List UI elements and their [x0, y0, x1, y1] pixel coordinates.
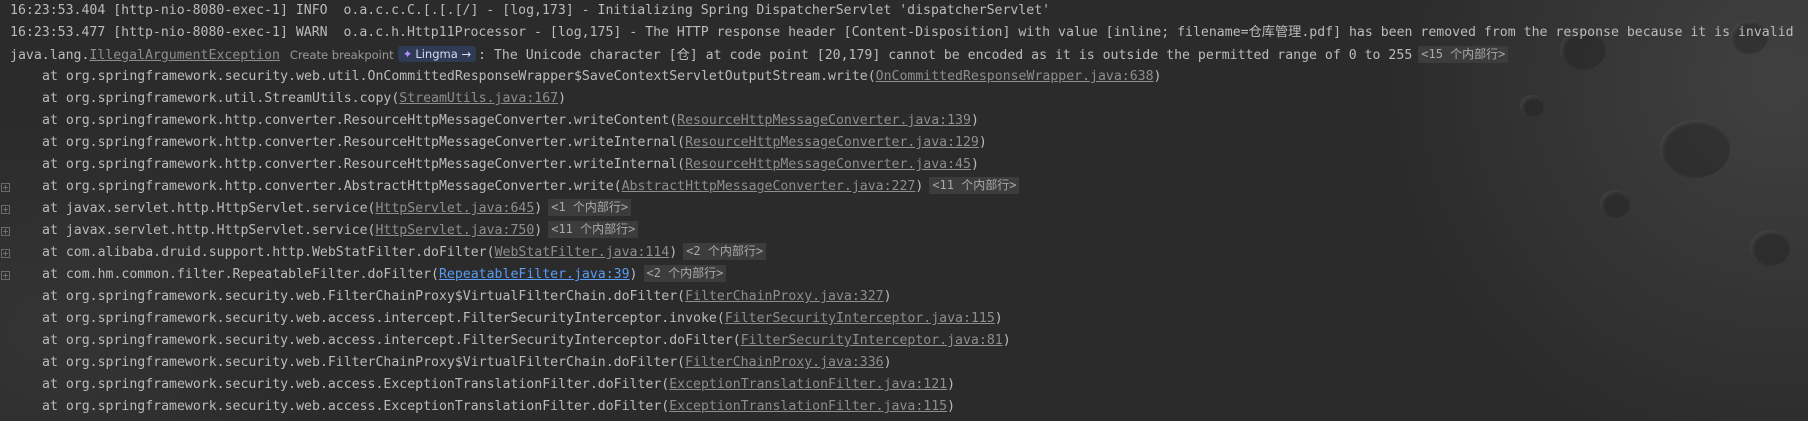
fold-expand-icon[interactable]: +	[1, 183, 10, 192]
stack-frame: at org.springframework.security.web.Filt…	[0, 286, 1808, 308]
stack-frame: + at com.alibaba.druid.support.http.WebSt…	[0, 242, 1808, 264]
frame-suffix: )	[534, 223, 543, 238]
frame-text: at org.springframework.security.web.acce…	[42, 333, 741, 348]
frame-text: at org.springframework.http.converter.Re…	[42, 157, 686, 172]
log-line-info: 16:23:53.404 [http-nio-8080-exec-1] INFO…	[0, 0, 1808, 22]
frame-text: at javax.servlet.http.HttpServlet.servic…	[42, 201, 376, 216]
frame-suffix: )	[669, 245, 678, 260]
source-link[interactable]: HttpServlet.java:645	[375, 201, 534, 216]
source-link[interactable]: ResourceHttpMessageConverter.java:139	[677, 113, 971, 128]
stack-frame: at org.springframework.security.web.acce…	[0, 374, 1808, 396]
source-link[interactable]: StreamUtils.java:167	[399, 91, 558, 106]
frame-suffix: )	[947, 399, 956, 414]
frame-suffix: )	[970, 157, 979, 172]
exception-class-link[interactable]: IllegalArgumentException	[89, 48, 280, 63]
lingma-label: Lingma	[415, 47, 458, 61]
fold-expand-icon[interactable]: +	[1, 249, 10, 258]
frame-text: at javax.servlet.http.HttpServlet.servic…	[42, 223, 376, 238]
frame-text: at org.springframework.http.converter.Re…	[42, 113, 678, 128]
source-link[interactable]: WebStatFilter.java:114	[495, 245, 670, 260]
stack-frame: at org.springframework.security.web.acce…	[0, 308, 1808, 330]
stack-frame: at org.springframework.security.web.util…	[0, 66, 1808, 88]
source-link[interactable]: ExceptionTranslationFilter.java:121	[669, 377, 947, 392]
lingma-button[interactable]: ✦ Lingma →	[397, 46, 477, 62]
frame-text: at org.springframework.security.web.acce…	[42, 311, 725, 326]
fold-expand-icon[interactable]: +	[1, 271, 10, 280]
frame-text: at org.springframework.security.web.acce…	[42, 377, 670, 392]
stack-frame: at org.springframework.security.web.Filt…	[0, 352, 1808, 374]
frame-text: at com.alibaba.druid.support.http.WebSta…	[42, 245, 495, 260]
frame-text: at org.springframework.util.StreamUtils.…	[42, 91, 400, 106]
internal-lines-badge[interactable]: <2 个内部行>	[683, 243, 767, 260]
source-link[interactable]: FilterChainProxy.java:327	[685, 289, 884, 304]
source-link[interactable]: AbstractHttpMessageConverter.java:227	[622, 179, 916, 194]
log-lines: 16:23:53.404 [http-nio-8080-exec-1] INFO…	[0, 0, 1808, 418]
frame-suffix: )	[558, 91, 567, 106]
create-breakpoint-link[interactable]: Create breakpoint	[290, 48, 394, 62]
internal-lines-badge[interactable]: <1 个内部行>	[548, 199, 632, 216]
frame-suffix: )	[994, 311, 1003, 326]
fold-expand-icon[interactable]: +	[1, 205, 10, 214]
internal-lines-badge[interactable]: <11 个内部行>	[929, 177, 1020, 194]
source-link[interactable]: RepeatableFilter.java:39	[439, 267, 630, 282]
frame-text: at com.hm.common.filter.RepeatableFilter…	[42, 267, 439, 282]
frame-text: at org.springframework.http.converter.Ab…	[42, 179, 622, 194]
stack-frame: at org.springframework.http.converter.Re…	[0, 132, 1808, 154]
arrow-right-icon: →	[461, 47, 472, 61]
internal-lines-badge[interactable]: <11 个内部行>	[548, 221, 639, 238]
exception-line: java.lang.IllegalArgumentException Creat…	[0, 44, 1808, 66]
stack-frame: + at javax.servlet.http.HttpServlet.servi…	[0, 220, 1808, 242]
stack-frame: at org.springframework.http.converter.Re…	[0, 154, 1808, 176]
frame-text: at org.springframework.security.web.Filt…	[42, 355, 686, 370]
frame-suffix: )	[1002, 333, 1011, 348]
stack-frame: at org.springframework.http.converter.Re…	[0, 110, 1808, 132]
frame-text: at org.springframework.security.web.Filt…	[42, 289, 686, 304]
console-output[interactable]: 16:23:53.404 [http-nio-8080-exec-1] INFO…	[0, 0, 1808, 421]
source-link[interactable]: HttpServlet.java:750	[375, 223, 534, 238]
exception-message: : The Unicode character [仓] at code poin…	[478, 48, 1413, 63]
frame-text: at org.springframework.security.web.util…	[42, 69, 876, 84]
log-text: 16:23:53.477 [http-nio-8080-exec-1] WARN…	[10, 25, 1794, 40]
log-line-warn: 16:23:53.477 [http-nio-8080-exec-1] WARN…	[0, 22, 1808, 44]
stack-frame: at org.springframework.util.StreamUtils.…	[0, 88, 1808, 110]
lingma-icon: ✦	[402, 47, 413, 61]
fold-expand-icon[interactable]: +	[1, 227, 10, 236]
frame-suffix: )	[1153, 69, 1162, 84]
source-link[interactable]: ResourceHttpMessageConverter.java:45	[685, 157, 971, 172]
frame-text: at org.springframework.http.converter.Re…	[42, 135, 686, 150]
source-link[interactable]: ResourceHttpMessageConverter.java:129	[685, 135, 979, 150]
source-link[interactable]: ExceptionTranslationFilter.java:115	[669, 399, 947, 414]
frame-suffix: )	[978, 135, 987, 150]
internal-lines-badge[interactable]: <2 个内部行>	[643, 265, 727, 282]
source-link[interactable]: OnCommittedResponseWrapper.java:638	[876, 69, 1154, 84]
frame-suffix: )	[629, 267, 638, 282]
internal-lines-badge[interactable]: <15 个内部行>	[1418, 46, 1509, 63]
stack-frame: + at org.springframework.http.converter.A…	[0, 176, 1808, 198]
stack-frame: at org.springframework.security.web.acce…	[0, 330, 1808, 352]
log-text: 16:23:53.404 [http-nio-8080-exec-1] INFO…	[10, 3, 1051, 18]
stack-frames: at org.springframework.security.web.util…	[0, 66, 1808, 418]
stack-frame: + at com.hm.common.filter.RepeatableFilte…	[0, 264, 1808, 286]
stack-frame: at org.springframework.security.web.acce…	[0, 396, 1808, 418]
source-link[interactable]: FilterChainProxy.java:336	[685, 355, 884, 370]
source-link[interactable]: FilterSecurityInterceptor.java:115	[725, 311, 995, 326]
frame-suffix: )	[970, 113, 979, 128]
frame-text: at org.springframework.security.web.acce…	[42, 399, 670, 414]
frame-suffix: )	[915, 179, 924, 194]
frame-suffix: )	[883, 355, 892, 370]
stack-frame: + at javax.servlet.http.HttpServlet.servi…	[0, 198, 1808, 220]
frame-suffix: )	[883, 289, 892, 304]
frame-suffix: )	[947, 377, 956, 392]
source-link[interactable]: FilterSecurityInterceptor.java:81	[741, 333, 1003, 348]
frame-suffix: )	[534, 201, 543, 216]
exception-prefix: java.lang.	[10, 48, 90, 63]
